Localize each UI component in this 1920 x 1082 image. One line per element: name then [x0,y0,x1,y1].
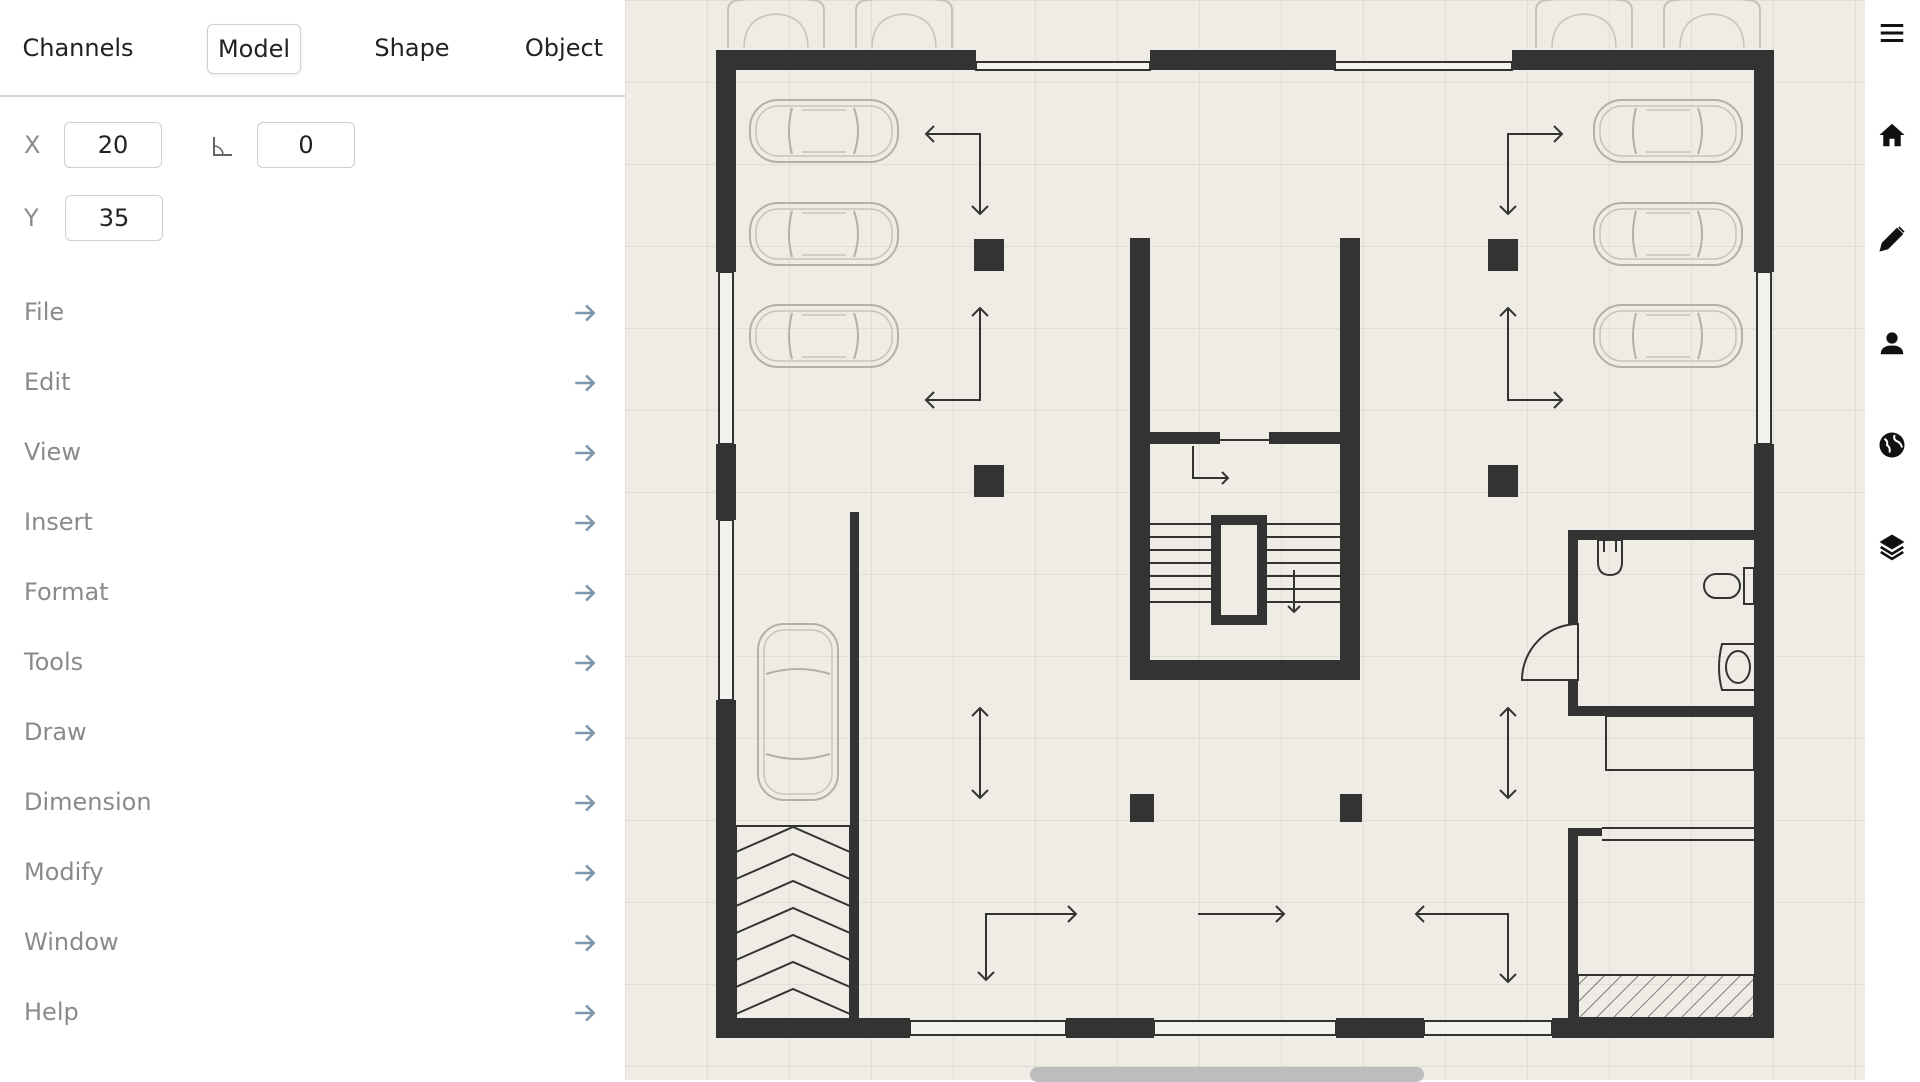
menu-item-dimension[interactable]: Dimension [0,776,610,832]
menu-item-label: Insert [24,508,93,536]
pencil-icon[interactable] [1877,224,1907,254]
restroom-walls [1568,530,1754,1018]
globe-icon[interactable] [1877,430,1907,460]
angle-icon [213,137,232,156]
arrow-right-icon [575,444,596,462]
ramp [735,825,851,1021]
angle-input[interactable] [257,122,355,168]
menu-item-tools[interactable]: Tools [0,636,610,692]
arrow-right-icon [575,584,596,602]
arrow-right-icon [575,864,596,882]
menu-item-label: Format [24,578,109,606]
inner-wall [850,512,859,1020]
hamburger-menu-icon[interactable] [1877,18,1907,48]
arrow-right-icon [575,1004,596,1022]
floor-plan-drawing [716,0,1774,1038]
arrow-right-icon [575,794,596,812]
car-outline [727,0,1761,49]
menu-item-edit[interactable]: Edit [0,356,610,412]
menu-item-draw[interactable]: Draw [0,706,610,762]
menu-item-label: File [24,298,65,326]
y-input[interactable] [65,195,163,241]
layers-icon[interactable] [1877,532,1907,562]
menu-item-label: Dimension [24,788,152,816]
menu-item-modify[interactable]: Modify [0,846,610,902]
tab-model[interactable]: Model [207,24,301,74]
menu-item-label: Modify [24,858,104,886]
arrow-right-icon [575,304,596,322]
menu-item-window[interactable]: Window [0,916,610,972]
parking-cars [749,99,1743,801]
tab-shape[interactable]: Shape [366,24,458,72]
menu-item-label: Edit [24,368,71,396]
tab-channels[interactable]: Channels [14,24,142,72]
menu-item-help[interactable]: Help [0,986,610,1042]
drawing-canvas[interactable] [625,0,1865,1080]
left-panel: Channels Model Shape Object X Y File Edi… [0,0,625,1080]
tab-bar: Channels Model Shape Object [0,0,625,97]
arrow-right-icon [575,374,596,392]
right-toolbar [1865,0,1920,1080]
home-icon[interactable] [1877,120,1907,150]
y-label: Y [24,204,39,232]
menu-item-label: Window [24,928,119,956]
arrow-right-icon [575,654,596,672]
menu-item-label: Draw [24,718,87,746]
menu-item-format[interactable]: Format [0,566,610,622]
hatched-area [1577,974,1755,1019]
arrow-right-icon [575,724,596,742]
menu-item-view[interactable]: View [0,426,610,482]
arrow-right-icon [575,514,596,532]
tab-object[interactable]: Object [516,24,612,72]
restroom-fixtures [1520,539,1755,841]
menu-item-label: Help [24,998,79,1026]
x-input[interactable] [64,122,162,168]
stair-well [1211,515,1267,625]
menu-item-insert[interactable]: Insert [0,496,610,552]
arrow-right-icon [575,934,596,952]
person-icon[interactable] [1877,328,1907,358]
x-label: X [24,131,41,159]
menu-item-label: View [24,438,81,466]
menu-item-file[interactable]: File [0,286,610,342]
menu-item-label: Tools [24,648,84,676]
